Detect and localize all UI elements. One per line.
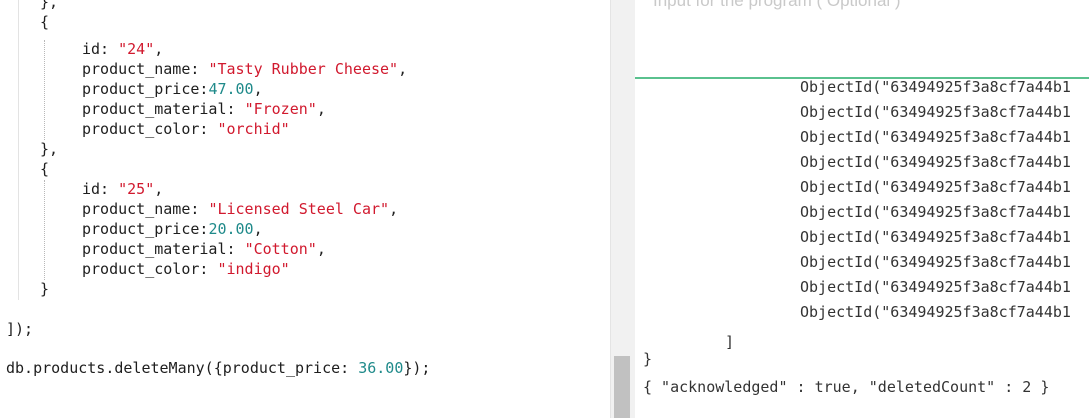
- punctuation-token: ,: [253, 220, 263, 238]
- code-line: product_price:47.00,: [82, 79, 263, 99]
- code-token: product_name:: [82, 60, 209, 78]
- output-objectid-line: ObjectId("63494925f3a8cf7a44b1: [800, 253, 1071, 271]
- code-line: id: "24",: [82, 39, 163, 59]
- code-line: product_color: "indigo": [82, 259, 290, 279]
- code-token: db.products.deleteMany({product_price:: [6, 359, 359, 377]
- string-token: "Frozen": [244, 100, 317, 118]
- code-line: db.products.deleteMany({product_price: 3…: [6, 358, 430, 378]
- output-objectid-line: ObjectId("63494925f3a8cf7a44b1: [800, 228, 1071, 246]
- punctuation-token: ,: [398, 60, 408, 78]
- output-closing-brace: }: [643, 350, 653, 368]
- code-token: product_material:: [82, 100, 245, 118]
- code-token: product_color:: [82, 120, 218, 138]
- stdin-input[interactable]: Input for the program ( Optional ): [635, 0, 1089, 79]
- code-line: id: "25",: [82, 179, 163, 199]
- punctuation-token: {: [40, 160, 50, 178]
- punctuation-token: },: [40, 140, 59, 158]
- code-token: product_name:: [82, 200, 209, 218]
- string-token: "25": [118, 180, 155, 198]
- code-line: ]);: [6, 319, 33, 339]
- punctuation-token: ,: [316, 100, 326, 118]
- indent-guide: [44, 180, 45, 280]
- output-objectid-line: ObjectId("63494925f3a8cf7a44b1: [800, 153, 1071, 171]
- output-result: { "acknowledged" : true, "deletedCount" …: [643, 378, 1050, 396]
- number-token: 47.00: [208, 80, 254, 98]
- code-line: product_material: "Cotton",: [82, 239, 326, 259]
- code-token: product_color:: [82, 260, 218, 278]
- code-line: },: [40, 139, 58, 159]
- punctuation-token: });: [403, 359, 431, 377]
- editor-scrollbar-thumb[interactable]: [614, 356, 630, 418]
- indent-guide: [18, 0, 19, 300]
- code-line: product_price:20.00,: [82, 219, 263, 239]
- code-line: },: [40, 0, 58, 12]
- string-token: "Licensed Steel Car": [208, 200, 390, 218]
- output-objectid-line: ObjectId("63494925f3a8cf7a44b1: [800, 103, 1071, 121]
- string-token: "indigo": [217, 260, 290, 278]
- output-objectid-line: ObjectId("63494925f3a8cf7a44b1: [800, 278, 1071, 296]
- code-line: product_color: "orchid": [82, 119, 290, 139]
- code-line: product_name: "Licensed Steel Car",: [82, 199, 398, 219]
- punctuation-token: ,: [389, 200, 399, 218]
- number-token: 36.00: [358, 359, 404, 377]
- code-line: {: [40, 12, 49, 32]
- io-panel: Input for the program ( Optional ) ] } {…: [635, 0, 1089, 418]
- stdin-placeholder: Input for the program ( Optional ): [653, 0, 901, 10]
- output-objectid-line: ObjectId("63494925f3a8cf7a44b1: [800, 128, 1071, 146]
- punctuation-token: {: [40, 13, 50, 31]
- output-objectid-line: ObjectId("63494925f3a8cf7a44b1: [800, 303, 1071, 321]
- punctuation-token: ,: [154, 180, 164, 198]
- code-token: product_price:: [82, 220, 209, 238]
- string-token: "24": [118, 40, 155, 58]
- code-line: product_name: "Tasty Rubber Cheese",: [82, 59, 407, 79]
- punctuation-token: }: [40, 280, 50, 298]
- output-objectid-line: ObjectId("63494925f3a8cf7a44b1: [800, 203, 1071, 221]
- code-token: id:: [82, 180, 119, 198]
- code-token: product_price:: [82, 80, 209, 98]
- output-objectid-line: ObjectId("63494925f3a8cf7a44b1: [800, 178, 1071, 196]
- punctuation-token: ,: [316, 240, 326, 258]
- code-line: product_material: "Frozen",: [82, 99, 326, 119]
- output-objectid-line: ObjectId("63494925f3a8cf7a44b1: [800, 78, 1071, 96]
- code-token: product_material:: [82, 240, 245, 258]
- punctuation-token: ,: [253, 80, 263, 98]
- code-line: }: [40, 279, 49, 299]
- code-line: {: [40, 159, 49, 179]
- indent-guide: [44, 40, 45, 140]
- program-output: ] } { "acknowledged" : true, "deletedCou…: [635, 78, 1089, 418]
- compiler-workspace: },{id: "24", product_name: "Tasty Rubber …: [0, 0, 1089, 418]
- punctuation-token: },: [40, 0, 59, 11]
- number-token: 20.00: [208, 220, 254, 238]
- string-token: "orchid": [217, 120, 290, 138]
- punctuation-token: ,: [154, 40, 164, 58]
- string-token: "Tasty Rubber Cheese": [208, 60, 399, 78]
- code-token: id:: [82, 40, 119, 58]
- punctuation-token: ]);: [6, 320, 34, 338]
- output-closing-bracket: ]: [725, 333, 735, 351]
- code-editor[interactable]: },{id: "24", product_name: "Tasty Rubber …: [0, 0, 610, 418]
- string-token: "Cotton": [244, 240, 317, 258]
